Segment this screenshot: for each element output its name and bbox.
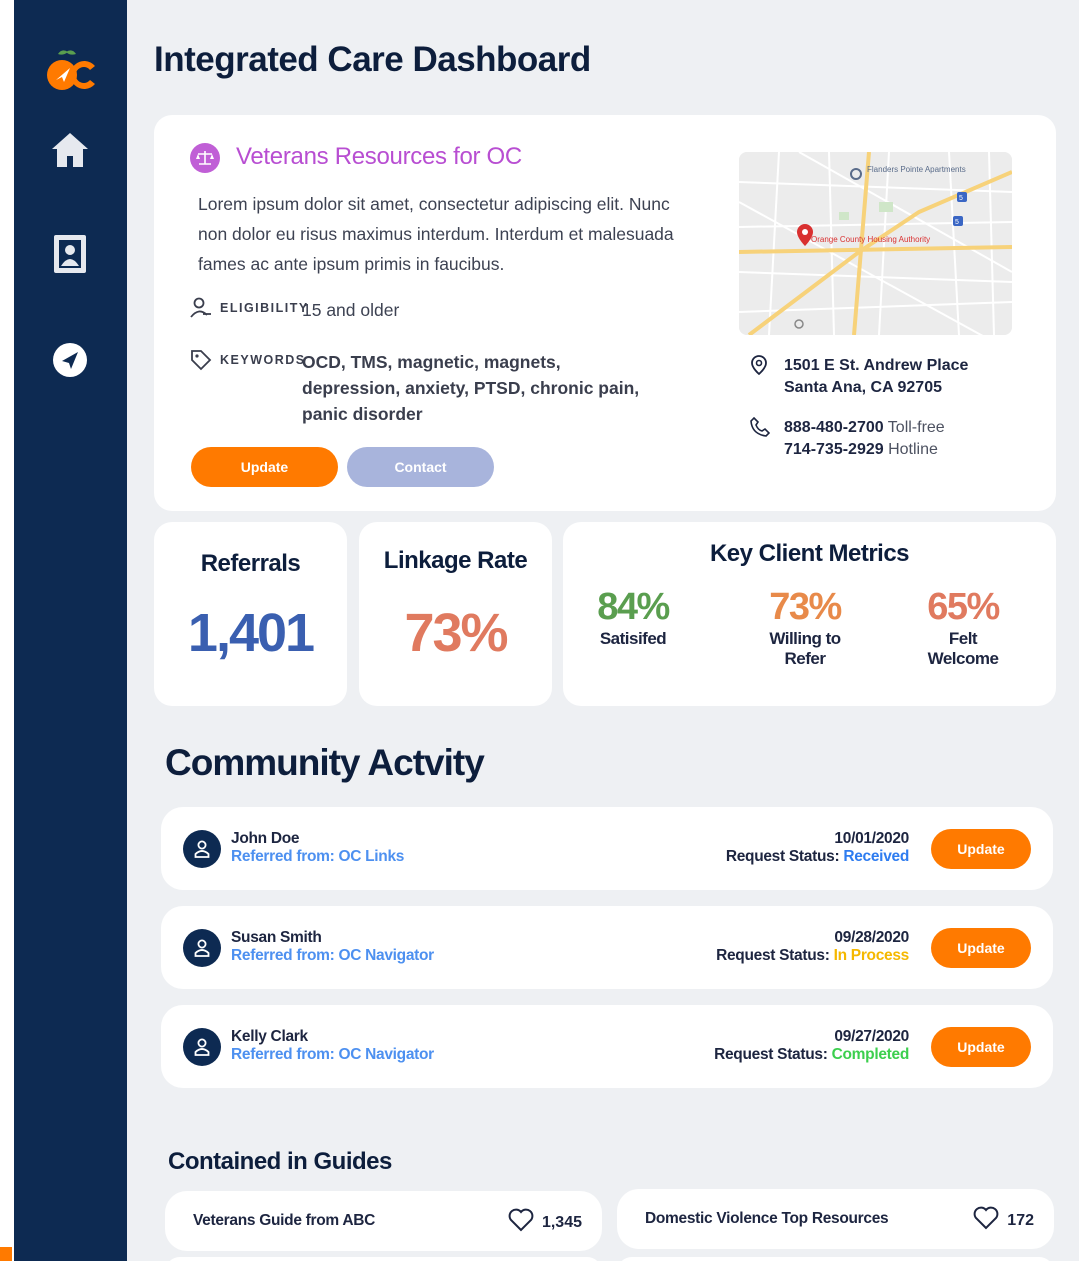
row-update-button[interactable]: Update: [931, 829, 1031, 869]
metric-felt-welcome: 65% Felt Welcome: [893, 586, 1033, 669]
phone-hotline-note: Hotline: [888, 441, 938, 458]
request-status-label: Request Status:: [725, 848, 840, 865]
referrals-value: 1,401: [187, 603, 315, 663]
phone-block: 888-480-2700 Toll-free 714-735-2929 Hotl…: [750, 416, 945, 461]
metric-satisfied-label: Satisifed: [599, 629, 667, 648]
linkage-rate-label: Linkage Rate: [383, 547, 528, 574]
guide-like-count: 172: [1007, 1211, 1034, 1229]
guide-name[interactable]: Domestic Violence Top Resources: [645, 1210, 889, 1228]
person-check-icon: [190, 297, 212, 326]
contained-in-guides-title: Contained in Guides: [168, 1148, 392, 1175]
activity-referred-from[interactable]: Referred from: OC Navigator: [231, 1046, 434, 1064]
activity-row[interactable]: Susan Smith Referred from: OC Navigator …: [161, 906, 1053, 989]
guide-card-partial: [165, 1257, 602, 1261]
request-status-value: In Process: [833, 947, 910, 964]
resource-card: Veterans Resources for OC Lorem ipsum do…: [154, 115, 1056, 511]
avatar: [183, 929, 221, 967]
metric-welcome-label: Felt Welcome: [927, 629, 999, 668]
keywords-row: KEYWORDS OCD, TMS, magnetic, magnets, de…: [190, 349, 652, 427]
keywords-value: OCD, TMS, magnetic, magnets, depression,…: [302, 352, 640, 424]
metric-willing-to-refer: 73% Willing to Refer: [735, 586, 875, 669]
sidebar: [14, 0, 127, 1261]
activity-row[interactable]: John Doe Referred from: OC Links 10/01/2…: [161, 807, 1053, 890]
phone-tollfree[interactable]: 888-480-2700: [784, 419, 884, 436]
eligibility-value: 15 and older: [302, 300, 400, 320]
map-place-2-label: Orange County Housing Authority: [811, 235, 930, 244]
update-button[interactable]: Update: [191, 447, 338, 487]
eligibility-label: ELIGIBILITY: [190, 297, 307, 319]
guide-name[interactable]: Veterans Guide from ABC: [193, 1212, 375, 1230]
activity-row[interactable]: Kelly Clark Referred from: OC Navigator …: [161, 1005, 1053, 1088]
address-line-1: 1501 E St. Andrew Place: [784, 357, 969, 374]
home-icon[interactable]: [50, 130, 90, 170]
guide-like-count: 1,345: [541, 1213, 582, 1231]
tag-icon: [190, 349, 212, 378]
request-status-value: Received: [843, 848, 909, 865]
key-metrics-title: Key Client Metrics: [709, 540, 910, 567]
row-update-button[interactable]: Update: [931, 928, 1031, 968]
metric-willing-label: Willing to Refer: [769, 629, 841, 668]
key-client-metrics-card: Key Client Metrics 84% Satisifed 73% Wil…: [563, 522, 1056, 706]
referrals-label: Referrals: [200, 550, 301, 577]
address-block: 1501 E St. Andrew Place Santa Ana, CA 92…: [750, 355, 968, 399]
guide-card-partial: [617, 1257, 1054, 1261]
page-title: Integrated Care Dashboard: [154, 40, 591, 79]
activity-client-name[interactable]: John Doe: [231, 830, 300, 848]
metric-willing-value: 73%: [769, 586, 842, 628]
row-update-button[interactable]: Update: [931, 1027, 1031, 1067]
activity-referred-from[interactable]: Referred from: OC Navigator: [231, 947, 434, 965]
request-status-label: Request Status:: [714, 1046, 828, 1063]
guide-card[interactable]: Domestic Violence Top Resources 172: [617, 1189, 1054, 1249]
activity-referred-from[interactable]: Referred from: OC Links: [231, 848, 404, 866]
request-status-label: Request Status:: [716, 947, 830, 964]
phone-hotline[interactable]: 714-735-2929: [784, 441, 884, 458]
map-place-1-label: Flanders Pointe Apartments: [867, 165, 966, 174]
eligibility-row: ELIGIBILITY 15 and older: [190, 297, 399, 323]
activity-client-name[interactable]: Susan Smith: [231, 929, 322, 947]
activity-client-name[interactable]: Kelly Clark: [231, 1028, 308, 1046]
avatar: [183, 830, 221, 868]
oc-logo[interactable]: [44, 48, 100, 96]
contacts-icon[interactable]: [50, 234, 90, 274]
address-line-2: Santa Ana, CA 92705: [784, 379, 942, 396]
phone-tollfree-note: Toll-free: [887, 419, 945, 436]
activity-date: 10/01/2020: [834, 830, 909, 847]
resource-title[interactable]: Veterans Resources for OC: [236, 143, 522, 171]
heart-icon[interactable]: [973, 1206, 999, 1235]
metric-welcome-value: 65%: [927, 586, 1000, 628]
main-content: Integrated Care Dashboard Veterans Resou…: [127, 0, 1079, 1261]
resource-description: Lorem ipsum dolor sit amet, consectetur …: [198, 194, 674, 274]
keywords-label: KEYWORDS: [190, 349, 304, 371]
metric-satisfied: 84% Satisifed: [563, 586, 703, 649]
metric-satisfied-value: 84%: [597, 586, 670, 628]
avatar: [183, 1028, 221, 1066]
linkage-rate-card: Linkage Rate 73%: [359, 522, 552, 706]
scale-icon: [190, 143, 220, 173]
contact-button[interactable]: Contact: [347, 447, 494, 487]
location-map[interactable]: Flanders Pointe Apartments Orange County…: [739, 152, 1012, 335]
community-activity-title: Community Actvity: [165, 742, 485, 783]
heart-icon[interactable]: [508, 1208, 534, 1237]
map-highway-1-label: 5: [955, 219, 959, 226]
guide-card[interactable]: Veterans Guide from ABC 1,345: [165, 1191, 602, 1251]
activity-date: 09/28/2020: [834, 929, 909, 946]
linkage-rate-value: 73%: [404, 603, 508, 663]
map-highway-2-label: 5: [959, 195, 963, 202]
edge-marker: [0, 1247, 12, 1261]
activity-date: 09/27/2020: [834, 1028, 909, 1045]
referrals-card: Referrals 1,401: [154, 522, 347, 706]
request-status-value: Completed: [831, 1046, 910, 1063]
navigation-icon[interactable]: [50, 340, 90, 380]
